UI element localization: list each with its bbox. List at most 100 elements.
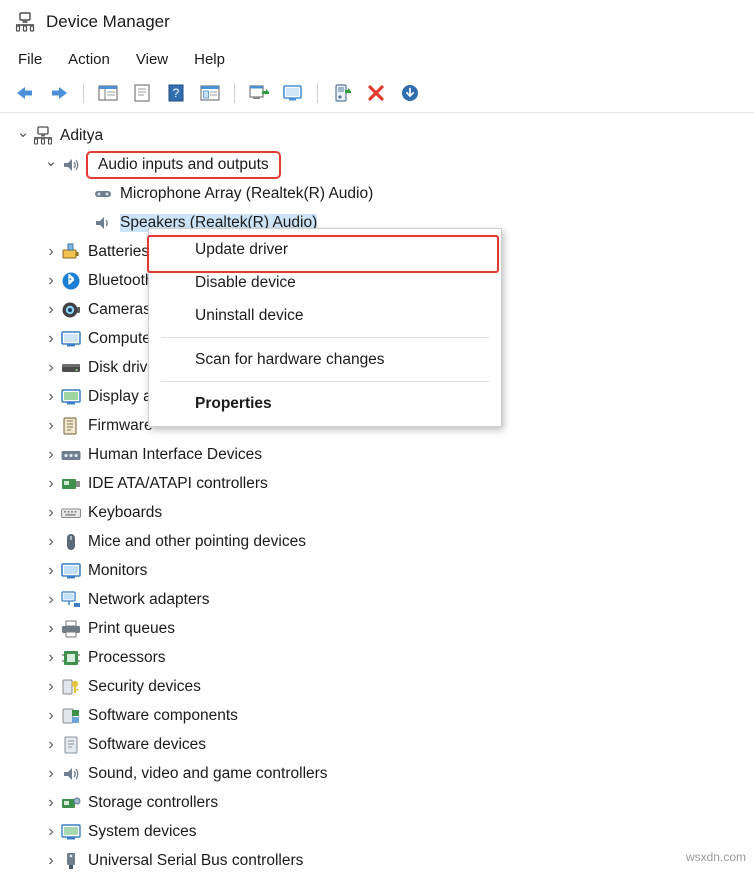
scan-hardware-changes-button[interactable] (244, 79, 274, 107)
display-adapter-icon (60, 387, 82, 407)
tree-item-software-devices[interactable]: Software devices (0, 730, 754, 759)
ide-controller-icon (60, 474, 82, 494)
svg-text:?: ? (173, 86, 180, 100)
monitor-button[interactable] (278, 79, 308, 107)
tree-item-label: Security devices (88, 677, 201, 695)
tree-item-label: Mice and other pointing devices (88, 532, 306, 550)
tree-item-human-interface-devices[interactable]: Human Interface Devices (0, 440, 754, 469)
tree-item-label: Sound, video and game controllers (88, 764, 328, 782)
context-menu-update-driver[interactable]: Update driver (149, 233, 501, 266)
tree-item-label: Human Interface Devices (88, 445, 263, 463)
tree-item-label: Monitors (88, 561, 148, 579)
tree-item-microphone-label: Microphone Array (Realtek(R) Audio) (120, 184, 374, 202)
device-manager-icon (14, 11, 36, 33)
show-hide-console-tree-button[interactable] (93, 79, 123, 107)
software-device-icon (60, 735, 82, 755)
monitor-icon (60, 561, 82, 581)
tree-item-label: Network adapters (88, 590, 210, 608)
chevron-right-icon[interactable] (42, 504, 60, 522)
menu-file[interactable]: File (18, 51, 42, 68)
tree-item-print-queues[interactable]: Print queues (0, 614, 754, 643)
storage-controller-icon (60, 793, 82, 813)
back-button[interactable] (10, 79, 40, 107)
tree-item-universal-serial-bus-controllers[interactable]: Universal Serial Bus controllers (0, 846, 754, 875)
disable-device-button[interactable] (395, 79, 425, 107)
tree-item-microphone-array[interactable]: Microphone Array (Realtek(R) Audio) (0, 179, 754, 208)
context-menu-properties[interactable]: Properties (149, 387, 501, 420)
tree-item-network-adapters[interactable]: Network adapters (0, 585, 754, 614)
chevron-right-icon[interactable] (42, 852, 60, 870)
chevron-right-icon[interactable] (42, 475, 60, 493)
tree-item-mice-and-other-pointing-devices[interactable]: Mice and other pointing devices (0, 527, 754, 556)
tree-item-audio-label: Audio inputs and outputs (86, 150, 281, 179)
software-component-icon (60, 706, 82, 726)
chevron-right-icon[interactable] (42, 591, 60, 609)
tree-item-monitors[interactable]: Monitors (0, 556, 754, 585)
tree-item-label: Bluetooth (88, 271, 154, 289)
speaker-icon (60, 155, 82, 175)
tree-item-ide-ata-atapi-controllers[interactable]: IDE ATA/ATAPI controllers (0, 469, 754, 498)
context-menu: Update driver Disable device Uninstall d… (147, 228, 502, 427)
tree-item-processors[interactable]: Processors (0, 643, 754, 672)
computer-icon (60, 329, 82, 349)
camera-icon (60, 300, 82, 320)
tree-item-storage-controllers[interactable]: Storage controllers (0, 788, 754, 817)
tree-root-aditya[interactable]: Aditya (0, 121, 754, 150)
computer-root-icon (32, 125, 54, 146)
tree-item-label: Processors (88, 648, 166, 666)
context-menu-scan-for-hardware-changes[interactable]: Scan for hardware changes (149, 343, 501, 376)
tree-item-software-components[interactable]: Software components (0, 701, 754, 730)
chevron-right-icon[interactable] (42, 765, 60, 783)
menu-help[interactable]: Help (194, 51, 225, 68)
tree-item-label: IDE ATA/ATAPI controllers (88, 474, 268, 492)
watermark: wsxdn.com (685, 850, 746, 864)
chevron-right-icon[interactable] (42, 272, 60, 290)
chevron-down-icon[interactable] (14, 127, 32, 145)
tree-item-label: Firmware (88, 416, 153, 434)
chevron-right-icon[interactable] (42, 620, 60, 638)
mouse-icon (60, 532, 82, 552)
menu-action[interactable]: Action (68, 51, 110, 68)
tree-item-label: Keyboards (88, 503, 163, 521)
processor-icon (60, 648, 82, 668)
tree-item-audio-inputs-and-outputs[interactable]: Audio inputs and outputs (0, 150, 754, 179)
chevron-right-icon[interactable] (42, 359, 60, 377)
uninstall-device-button[interactable] (361, 79, 391, 107)
properties-button[interactable] (127, 79, 157, 107)
chevron-right-icon[interactable] (42, 707, 60, 725)
window-title: Device Manager (46, 12, 170, 31)
chevron-right-icon[interactable] (42, 678, 60, 696)
tree-item-keyboards[interactable]: Keyboards (0, 498, 754, 527)
chevron-right-icon[interactable] (42, 388, 60, 406)
chevron-right-icon[interactable] (42, 823, 60, 841)
update-driver-button[interactable] (327, 79, 357, 107)
chevron-right-icon[interactable] (42, 446, 60, 464)
menu-view[interactable]: View (136, 51, 168, 68)
tree-item-system-devices[interactable]: System devices (0, 817, 754, 846)
tree-item-label: Computer (88, 329, 157, 347)
help-button[interactable]: ? (161, 79, 191, 107)
chevron-right-icon[interactable] (42, 649, 60, 667)
context-menu-disable-device[interactable]: Disable device (149, 266, 501, 299)
chevron-right-icon[interactable] (42, 794, 60, 812)
tree-item-sound-video-and-game-controllers[interactable]: Sound, video and game controllers (0, 759, 754, 788)
forward-button[interactable] (44, 79, 74, 107)
tree-item-security-devices[interactable]: Security devices (0, 672, 754, 701)
chevron-right-icon[interactable] (42, 301, 60, 319)
speaker-icon (92, 213, 114, 233)
chevron-right-icon[interactable] (42, 417, 60, 435)
chevron-right-icon[interactable] (42, 562, 60, 580)
toolbar-separator-3 (317, 83, 318, 103)
printer-icon (60, 619, 82, 639)
chevron-right-icon[interactable] (42, 533, 60, 551)
firmware-icon (60, 416, 82, 436)
speaker-icon (60, 764, 82, 784)
devices-view-button[interactable] (195, 79, 225, 107)
chevron-right-icon[interactable] (42, 736, 60, 754)
toolbar-separator-2 (234, 83, 235, 103)
chevron-right-icon[interactable] (42, 243, 60, 261)
chevron-down-icon[interactable] (42, 156, 60, 174)
context-menu-uninstall-device[interactable]: Uninstall device (149, 299, 501, 332)
tree-item-label: Print queues (88, 619, 176, 637)
chevron-right-icon[interactable] (42, 330, 60, 348)
